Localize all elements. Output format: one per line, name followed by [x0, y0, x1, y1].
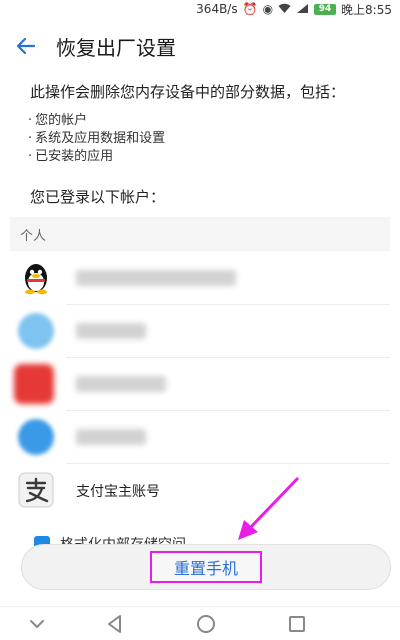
- net-speed: 364B/s: [196, 2, 238, 16]
- status-bar: 364B/s ⏰ ◉ 94 晚上8:55: [0, 0, 400, 18]
- alipay-account-label: 支付宝主账号: [76, 484, 160, 500]
- square-recent-icon[interactable]: [286, 613, 308, 635]
- reset-phone-button[interactable]: 重置手机: [21, 544, 391, 590]
- account-row-blurred: [10, 358, 390, 411]
- page-title: 恢复出厂设置: [56, 35, 176, 60]
- qq-penguin-icon: [25, 264, 47, 295]
- signal-icon: [296, 3, 309, 16]
- account-row-qq: [10, 252, 390, 305]
- triangle-back-icon[interactable]: [104, 613, 126, 635]
- blurred-app-icon: [14, 364, 54, 404]
- blurred-app-icon: [18, 419, 54, 455]
- data-bullet-list: 您的帐户 系统及应用数据和设置 已安装的应用: [28, 112, 368, 166]
- blurred-account-name: [76, 376, 166, 392]
- blurred-account-name: [76, 323, 146, 339]
- bullet-item: 您的帐户: [28, 112, 368, 130]
- account-row-alipay: 支付宝主账号: [10, 464, 390, 517]
- intro-text: 此操作会删除您内存设备中的部分数据，包括：: [30, 83, 346, 101]
- eye-icon: ◉: [262, 2, 274, 16]
- chevron-down-icon[interactable]: [26, 613, 48, 635]
- account-row-blurred: [10, 305, 390, 358]
- logged-in-label: 您已登录以下帐户：: [30, 188, 166, 206]
- back-button[interactable]: [6, 26, 46, 66]
- alarm-icon: ⏰: [242, 2, 258, 16]
- arrow-left-icon: [16, 37, 36, 55]
- circle-home-icon[interactable]: [195, 613, 217, 635]
- account-row-blurred: [10, 411, 390, 464]
- system-nav-bar: [0, 606, 400, 640]
- bullet-item: 已安装的应用: [28, 148, 368, 166]
- app-header: 恢复出厂设置: [0, 18, 400, 74]
- battery-icon: 94: [314, 3, 337, 15]
- wifi-icon: [278, 3, 291, 16]
- alipay-icon: [18, 472, 54, 508]
- blurred-account-name: [76, 270, 236, 286]
- status-time: 晚上8:55: [341, 2, 392, 17]
- reset-phone-label: 重置手机: [149, 551, 262, 583]
- section-header-personal: 个人: [10, 217, 390, 251]
- blurred-account-name: [76, 429, 146, 445]
- bullet-item: 系统及应用数据和设置: [28, 130, 368, 148]
- blurred-app-icon: [18, 313, 54, 349]
